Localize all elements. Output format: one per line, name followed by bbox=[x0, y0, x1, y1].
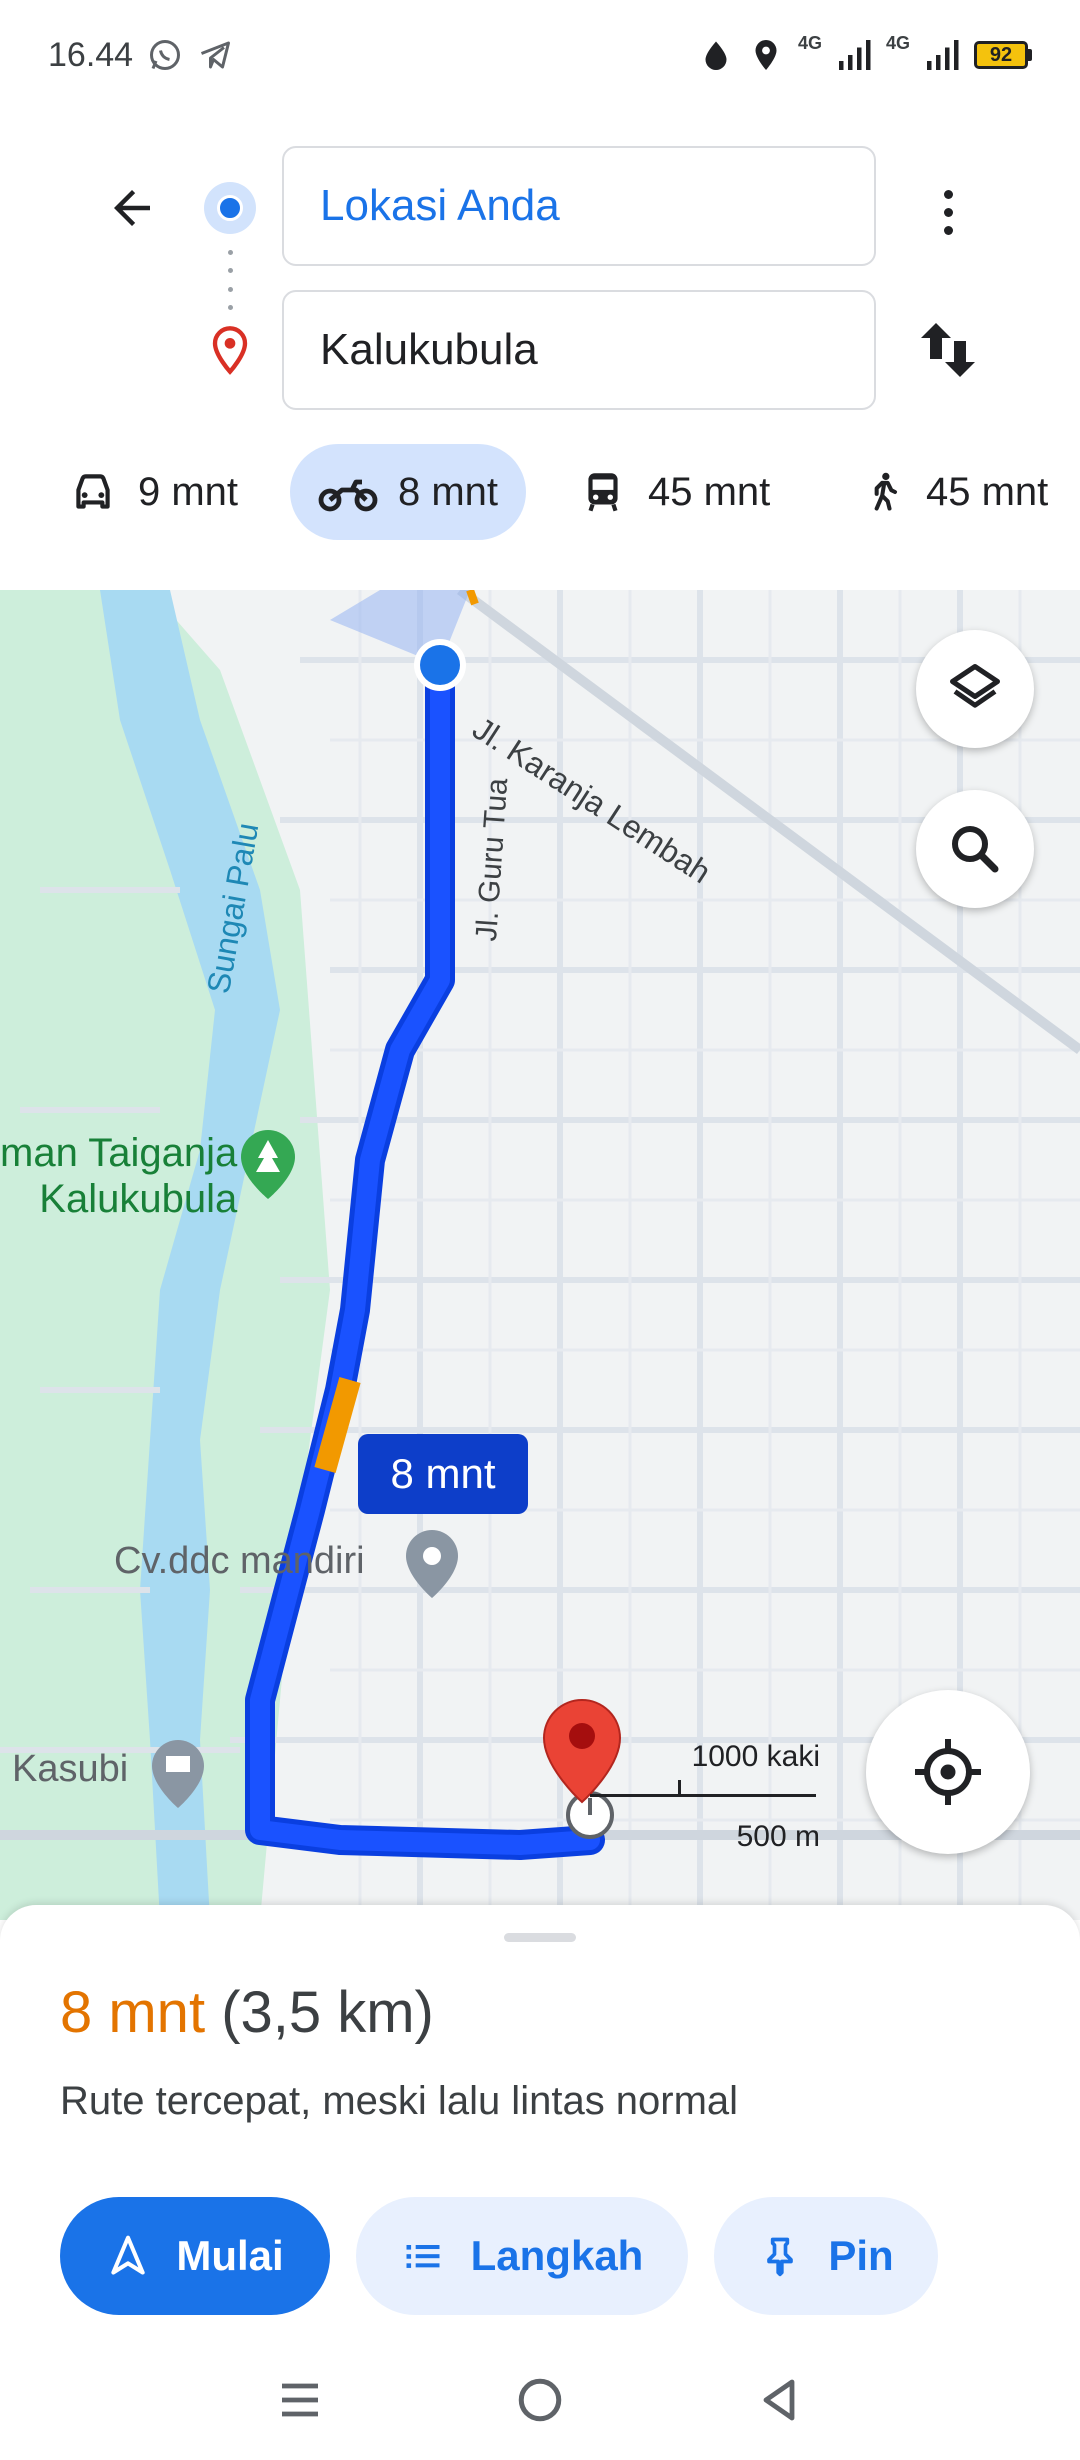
home-button[interactable] bbox=[500, 2360, 580, 2440]
mode-motorcycle-time: 8 mnt bbox=[398, 469, 499, 514]
search-button[interactable] bbox=[916, 790, 1034, 908]
battery-icon: 92 bbox=[974, 41, 1032, 69]
back-icon bbox=[763, 2379, 795, 2421]
route-description: Rute tercepat, meski lalu lintas normal bbox=[60, 2079, 739, 2123]
start-button[interactable]: Mulai bbox=[60, 2197, 330, 2315]
network-type-1: 4G bbox=[797, 33, 822, 53]
origin-field[interactable]: Lokasi Anda bbox=[282, 146, 876, 266]
signal-icon bbox=[927, 40, 959, 70]
clock: 16.44 bbox=[48, 35, 134, 74]
car-icon bbox=[76, 474, 110, 509]
route-actions: Mulai Langkah Pin bbox=[60, 2197, 938, 2315]
route-summary: 8 mnt (3,5 km) bbox=[60, 1979, 434, 2046]
pushpin-icon bbox=[767, 2237, 794, 2277]
swap-icon[interactable] bbox=[912, 310, 984, 390]
system-nav-bar bbox=[0, 2340, 1080, 2460]
transit-icon bbox=[588, 473, 618, 512]
map-view[interactable]: Jl. Karanja Lembah Jl. Guru Tua Sungai P… bbox=[0, 590, 1080, 1920]
destination-field[interactable]: Kalukubula bbox=[282, 290, 876, 410]
location-icon bbox=[755, 40, 777, 70]
search-icon bbox=[952, 826, 999, 873]
mode-walking-time: 45 mnt bbox=[926, 469, 1049, 514]
park-label: man Taiganja Kalukubula bbox=[0, 1131, 238, 1221]
origin-marker-icon bbox=[204, 182, 256, 234]
my-location-icon bbox=[915, 1739, 981, 1805]
home-icon bbox=[518, 2378, 562, 2422]
arrow-back-icon bbox=[114, 190, 150, 226]
travel-modes: 9 mnt 8 mnt 45 mnt 45 mnt bbox=[0, 444, 1080, 546]
my-location-button[interactable] bbox=[866, 1690, 1030, 1854]
layers-icon bbox=[950, 664, 1000, 708]
destination-pin-icon bbox=[212, 326, 248, 375]
mode-transit-time: 45 mnt bbox=[648, 469, 771, 514]
more-options-button[interactable] bbox=[918, 172, 978, 252]
steps-label: Langkah bbox=[470, 2232, 644, 2279]
map-scale: 1000 kaki 500 m bbox=[590, 1740, 820, 1860]
mode-driving[interactable]: 9 mnt bbox=[40, 444, 266, 540]
telegram-icon bbox=[201, 41, 231, 69]
list-icon bbox=[406, 2245, 440, 2268]
layers-button[interactable] bbox=[916, 630, 1034, 748]
walk-icon bbox=[874, 472, 898, 511]
data-saver-icon bbox=[705, 41, 727, 70]
menu-icon bbox=[282, 2383, 318, 2417]
route-eta-label[interactable]: 8 mnt bbox=[358, 1434, 528, 1514]
network-type-2: 4G bbox=[885, 33, 910, 53]
route-connector bbox=[228, 250, 233, 310]
steps-button[interactable]: Langkah bbox=[356, 2197, 688, 2315]
pin-button[interactable]: Pin bbox=[714, 2197, 938, 2315]
navigation-arrow-icon bbox=[111, 2235, 146, 2275]
pin-label: Pin bbox=[828, 2232, 894, 2279]
sheet-drag-handle[interactable] bbox=[504, 1933, 576, 1942]
route-distance: (3,5 km) bbox=[221, 1980, 434, 2045]
motorcycle-icon bbox=[318, 479, 378, 512]
start-label: Mulai bbox=[176, 2232, 284, 2279]
mode-walking[interactable]: 45 mnt bbox=[834, 444, 1076, 540]
route-duration: 8 mnt bbox=[60, 1980, 206, 2045]
back-button[interactable] bbox=[96, 172, 168, 244]
place-label: Kasubi bbox=[12, 1748, 129, 1790]
mode-driving-time: 9 mnt bbox=[138, 469, 239, 514]
recents-button[interactable] bbox=[260, 2360, 340, 2440]
scale-metric: 500 m bbox=[736, 1820, 820, 1853]
mode-transit[interactable]: 45 mnt bbox=[550, 444, 798, 540]
signal-icon bbox=[838, 40, 871, 70]
business-label: Cv.ddc mandiri bbox=[114, 1540, 365, 1582]
system-back-button[interactable] bbox=[740, 2360, 820, 2440]
battery-level: 92 bbox=[974, 41, 1028, 69]
mode-motorcycle[interactable]: 8 mnt bbox=[290, 444, 527, 540]
status-bar: 16.44 4G 4G 92 bbox=[0, 0, 1080, 110]
scale-imperial: 1000 kaki bbox=[691, 1740, 820, 1773]
whatsapp-icon bbox=[150, 40, 181, 70]
directions-header: Lokasi Anda Kalukubula 9 mnt 8 mnt 45 mn… bbox=[0, 110, 1080, 590]
